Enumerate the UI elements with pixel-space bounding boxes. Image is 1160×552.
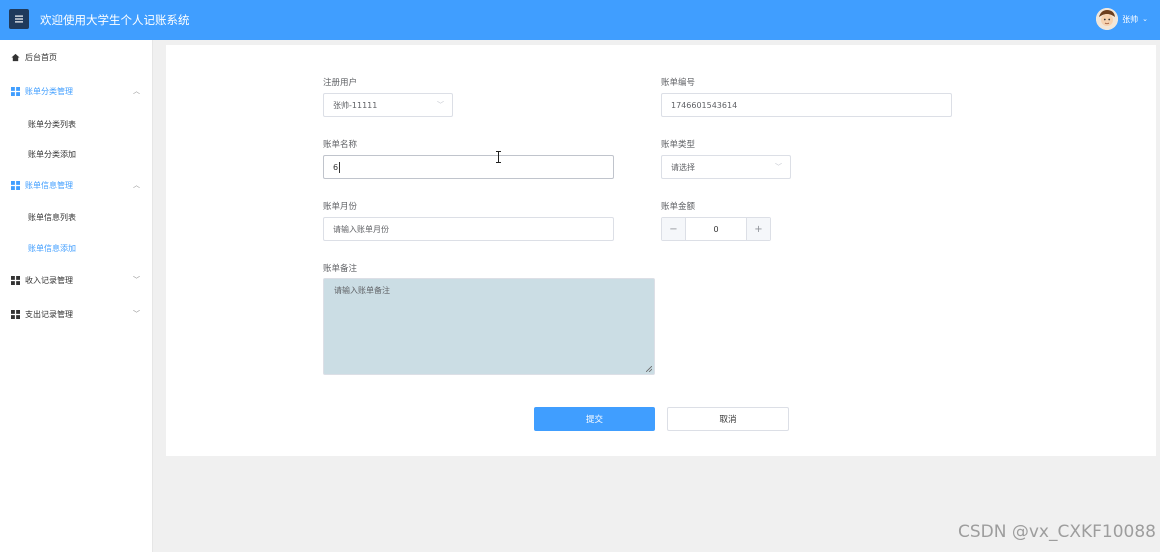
bill-name-value: 6 [333,162,339,172]
submit-button[interactable]: 提交 [534,407,655,431]
bill-note-label: 账单备注 [323,264,358,274]
sidebar-group-label: 支出记录管理 [25,309,73,319]
bill-no-label: 账单编号 [661,78,696,88]
menu-toggle-button[interactable] [9,9,29,29]
bill-type-label: 账单类型 [661,140,696,150]
bill-amount-label: 账单金额 [661,202,696,212]
grid-icon [11,180,20,190]
sidebar-group-label: 账单信息管理 [25,180,73,190]
bill-type-select[interactable]: 请选择 ﹀ [661,155,791,179]
user-menu[interactable]: 张帅 ⌄ [1096,8,1148,30]
bill-month-placeholder: 请输入账单月份 [333,224,389,234]
sidebar-group-expense[interactable]: 支出记录管理 ﹀ [0,304,153,324]
bill-amount-value[interactable]: 0 [686,218,746,240]
bill-type-placeholder: 请选择 [671,162,695,172]
bill-note-placeholder: 请输入账单备注 [334,286,390,295]
bill-month-input[interactable]: 请输入账单月份 [323,217,614,241]
sidebar-item-label: 后台首页 [25,52,57,62]
sidebar-item-home[interactable]: 后台首页 [0,47,153,67]
chevron-down-icon: ﹀ [775,163,782,171]
plus-button[interactable]: + [746,218,770,240]
app-title: 欢迎使用大学生个人记账系统 [40,13,190,27]
text-caret [339,161,341,173]
chevron-down-icon: ﹀ [133,276,140,284]
sidebar-item-category-list[interactable]: 账单分类列表 [0,114,153,134]
text-cursor-icon [496,151,501,163]
sidebar-item-info-list[interactable]: 账单信息列表 [0,207,153,227]
grid-icon [11,309,20,319]
chevron-up-icon: ︿ [133,181,140,189]
bill-name-input[interactable]: 6 [323,155,614,179]
home-icon [11,53,20,62]
grid-icon [11,275,20,285]
sidebar-item-label: 账单分类列表 [28,119,76,129]
user-name[interactable]: 张帅 [1122,14,1138,25]
avatar-icon [1096,8,1119,30]
watermark: CSDN @vx_CXKF10088 [957,522,1156,542]
user-select[interactable]: 张帅-11111 ﹀ [323,93,453,117]
sidebar-group-income[interactable]: 收入记录管理 ﹀ [0,270,153,290]
bill-note-textarea[interactable]: 请输入账单备注 [323,278,655,375]
bill-no-value: 1746601543614 [671,100,738,110]
user-select-value: 张帅-11111 [333,100,378,110]
bill-amount-stepper[interactable]: − 0 + [661,217,771,241]
resize-handle-icon[interactable] [646,366,652,372]
chevron-down-icon: ﹀ [133,310,140,318]
sidebar-group-bill-info[interactable]: 账单信息管理 ︿ [0,175,153,195]
cancel-button[interactable]: 取消 [667,407,789,431]
sidebar-item-label: 账单信息添加 [28,243,76,253]
grid-icon [11,86,20,96]
sidebar-group-label: 账单分类管理 [25,86,73,96]
minus-button[interactable]: − [662,218,686,240]
chevron-down-icon[interactable]: ⌄ [1142,15,1148,23]
chevron-down-icon: ﹀ [437,101,444,109]
user-label: 注册用户 [323,78,358,88]
sidebar: 后台首页 账单分类管理 ︿ 账单分类列表 账单分类添加 账单信息管理 ︿ 账单信… [0,40,153,552]
sidebar-group-bill-category[interactable]: 账单分类管理 ︿ [0,81,153,101]
sidebar-group-label: 收入记录管理 [25,275,73,285]
bill-no-field[interactable]: 1746601543614 [661,93,952,117]
sidebar-item-info-add[interactable]: 账单信息添加 [0,238,153,258]
sidebar-item-label: 账单信息列表 [28,212,76,222]
sidebar-item-label: 账单分类添加 [28,149,76,159]
hamburger-icon [15,15,23,23]
avatar[interactable] [1096,8,1119,30]
bill-month-label: 账单月份 [323,202,358,212]
bill-name-label: 账单名称 [323,140,358,150]
chevron-up-icon: ︿ [133,87,140,95]
top-header: 欢迎使用大学生个人记账系统 张帅 ⌄ [0,0,1160,40]
sidebar-item-category-add[interactable]: 账单分类添加 [0,144,153,164]
